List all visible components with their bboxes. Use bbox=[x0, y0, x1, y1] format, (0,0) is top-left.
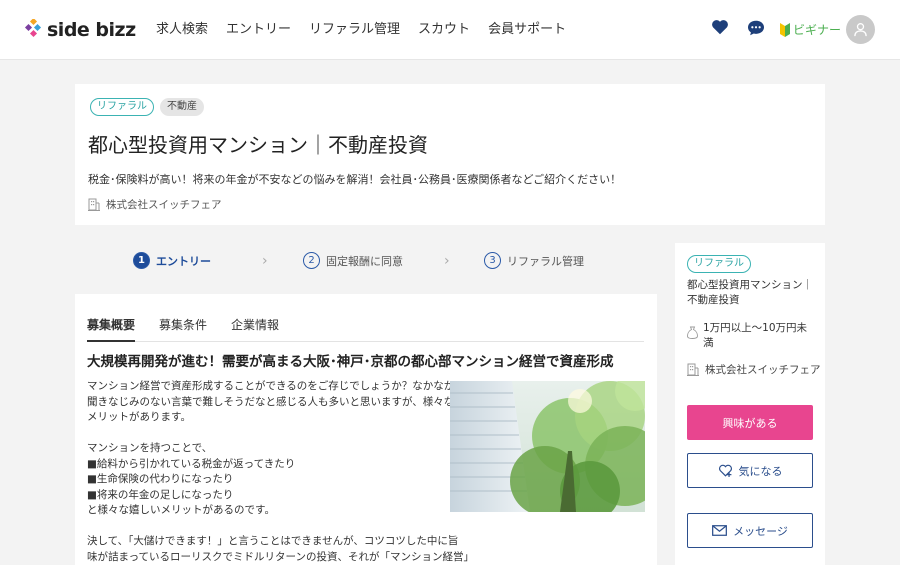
nav-member-support[interactable]: 会員サポート bbox=[488, 21, 566, 39]
heart-icon[interactable] bbox=[711, 19, 729, 35]
step-referral-management: 3 リファラル管理 bbox=[484, 252, 584, 269]
step-fixed-reward: 2 固定報酬に同意 bbox=[303, 252, 403, 269]
body-line: 決して、「大儲けできます！」と言うことはできませんが、コツコツした中に旨 bbox=[87, 535, 459, 547]
job-description: 税金･保険料が高い！将来の年金が不安などの悩みを解消！会社員･公務員･医療関係者… bbox=[88, 173, 622, 186]
body-line: マンションを持つことで、 bbox=[87, 442, 213, 454]
logo[interactable]: side bizz bbox=[24, 18, 136, 42]
message-label: メッセージ bbox=[733, 524, 788, 538]
step-entry: 1 エントリー bbox=[133, 252, 211, 269]
beginner-mark-icon bbox=[780, 22, 790, 37]
tab-company-info[interactable]: 企業情報 bbox=[231, 316, 279, 342]
body-line: 聞きなじみのない言葉で難しそうだなと感じる人も多いと思いますが、様々な bbox=[87, 395, 455, 408]
step-label: 固定報酬に同意 bbox=[326, 254, 403, 268]
tab-overview[interactable]: 募集概要 bbox=[87, 316, 136, 342]
step-label: リファラル管理 bbox=[507, 254, 584, 268]
tag-referral: リファラル bbox=[90, 98, 154, 116]
detail-tabs: 募集概要 募集条件 企業情報 bbox=[87, 316, 644, 342]
job-title: 都心型投資用マンション｜不動産投資 bbox=[88, 133, 428, 157]
company-name[interactable]: 株式会社スイッチフェア bbox=[106, 197, 222, 212]
logo-text: side bizz bbox=[47, 19, 136, 41]
envelope-icon bbox=[712, 525, 728, 536]
nav-referral-management[interactable]: リファラル管理 bbox=[309, 21, 400, 39]
beginner-badge[interactable]: ビギナー bbox=[779, 21, 841, 38]
body-line: ■給料から引かれている税金が返ってきたり bbox=[87, 457, 296, 470]
side-summary-card: リファラル 都心型投資用マンション｜不動産投資 1万円以上～10万円未満 株式会… bbox=[675, 243, 825, 565]
body-line: メリットがあります。 bbox=[87, 411, 191, 423]
job-title-card: リファラル 不動産 都心型投資用マンション｜不動産投資 税金･保険料が高い！将来… bbox=[75, 84, 825, 225]
heart-plus-icon bbox=[718, 464, 732, 477]
building-photo bbox=[450, 381, 645, 512]
money-bag-icon bbox=[687, 326, 698, 339]
company-row: 株式会社スイッチフェア bbox=[88, 197, 222, 212]
step-number: 1 bbox=[133, 252, 150, 269]
building-icon bbox=[88, 198, 100, 211]
favorite-button[interactable]: 気になる bbox=[687, 453, 813, 488]
chat-icon[interactable] bbox=[747, 20, 765, 36]
nav-entry[interactable]: エントリー bbox=[226, 21, 291, 39]
body-line: マンション経営で資産形成することができるのをご存じでしょうか？なかなか bbox=[87, 380, 455, 392]
beginner-label: ビギナー bbox=[793, 23, 842, 37]
side-company-row: 株式会社スイッチフェア bbox=[687, 362, 821, 377]
nav-scout[interactable]: スカウト bbox=[418, 21, 470, 39]
entry-steps: 1 エントリー › 2 固定報酬に同意 › 3 リファラル管理 bbox=[75, 246, 657, 278]
main-nav: 求人検索 エントリー リファラル管理 スカウト 会員サポート bbox=[156, 21, 566, 39]
building-icon bbox=[687, 363, 699, 376]
job-body-text: マンション経営で資産形成することができるのをご存じでしょうか？なかなか 聞きなじ… bbox=[87, 379, 475, 565]
section-title: 大規模再開発が進む！需要が高まる大阪･神戸･京都の都心部マンション経営で資産形成 bbox=[87, 354, 614, 370]
tag-real-estate: 不動産 bbox=[160, 98, 204, 116]
side-company-name[interactable]: 株式会社スイッチフェア bbox=[705, 362, 821, 377]
job-detail-card: 募集概要 募集条件 企業情報 大規模再開発が進む！需要が高まる大阪･神戸･京都の… bbox=[75, 294, 657, 565]
interest-button[interactable]: 興味がある bbox=[687, 405, 813, 440]
chevron-right-icon: › bbox=[444, 253, 450, 269]
body-line: ■生命保険の代わりになったり bbox=[87, 473, 234, 485]
salary-row: 1万円以上～10万円未満 bbox=[687, 321, 817, 351]
building-photo-image bbox=[450, 381, 645, 512]
step-number: 2 bbox=[303, 252, 320, 269]
nav-job-search[interactable]: 求人検索 bbox=[156, 21, 208, 39]
body-line: ■将来の年金の足しになったり bbox=[87, 488, 234, 501]
job-tags: リファラル 不動産 bbox=[90, 98, 204, 116]
top-header: side bizz 求人検索 エントリー リファラル管理 スカウト 会員サポート… bbox=[0, 0, 900, 60]
user-icon bbox=[854, 23, 867, 37]
user-avatar[interactable] bbox=[846, 15, 875, 44]
body-line: 味が詰まっているローリスクでミドルリターンの投資、それが「マンション経営」 bbox=[87, 550, 475, 563]
step-label: エントリー bbox=[156, 254, 211, 268]
body-line: と様々な嬉しいメリットがあるのです。 bbox=[87, 504, 275, 516]
step-number: 3 bbox=[484, 252, 501, 269]
side-job-title: 都心型投資用マンション｜不動産投資 bbox=[687, 279, 813, 306]
logo-diamond-icon bbox=[24, 19, 42, 38]
message-button[interactable]: メッセージ bbox=[687, 513, 813, 548]
side-tag-referral: リファラル bbox=[687, 255, 751, 273]
favorite-label: 気になる bbox=[738, 464, 783, 478]
salary-text: 1万円以上～10万円未満 bbox=[703, 322, 808, 349]
tab-conditions[interactable]: 募集条件 bbox=[159, 316, 207, 342]
chevron-right-icon: › bbox=[262, 253, 268, 269]
